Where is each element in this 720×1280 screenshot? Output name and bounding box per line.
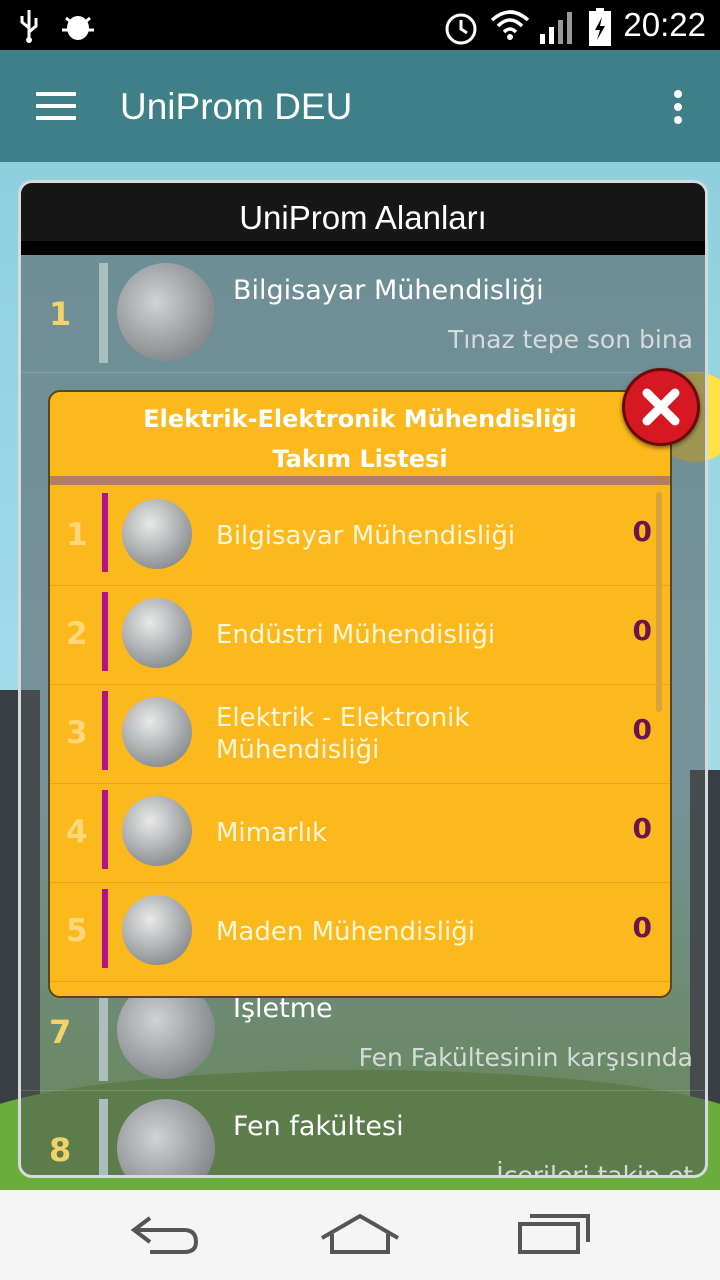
item-accent-bar <box>99 263 108 363</box>
team-rank: 2 <box>66 616 88 652</box>
team-rank: 3 <box>66 715 88 751</box>
system-nav-bar <box>0 1190 720 1280</box>
app-title: UniProm DEU <box>120 86 353 127</box>
panel-title: UniProm Alanları <box>21 183 705 255</box>
home-icon[interactable] <box>318 1212 402 1256</box>
team-avatar <box>122 796 192 866</box>
item-number: 1 <box>49 295 72 333</box>
debug-bug-icon <box>62 16 94 40</box>
recent-apps-icon[interactable] <box>516 1212 592 1256</box>
wifi-icon <box>490 10 530 40</box>
close-icon <box>642 388 680 426</box>
team-row[interactable]: 5 Maden Mühendisliği 0 <box>50 883 670 982</box>
team-name: Maden Mühendisliği <box>216 917 475 947</box>
team-list-dialog: Elektrik-Elektronik Mühendisliği Takım L… <box>48 390 672 998</box>
team-row[interactable]: 3 Elektrik - Elektronik Mühendisliği 0 <box>50 685 670 784</box>
team-rank: 4 <box>66 814 88 850</box>
team-accent-bar <box>102 691 108 770</box>
back-icon[interactable] <box>128 1212 202 1256</box>
item-location: Fen Fakültesinin karşısında <box>358 1043 693 1072</box>
status-bar: 20:22 <box>0 0 720 50</box>
battery-charging-icon <box>589 8 611 46</box>
hamburger-menu-icon[interactable] <box>36 92 76 120</box>
dialog-scrollbar[interactable] <box>656 492 662 712</box>
team-avatar <box>122 598 192 668</box>
usb-icon <box>20 10 38 43</box>
item-number: 7 <box>49 1013 72 1051</box>
status-time: 20:22 <box>623 6 706 43</box>
item-number: 8 <box>49 1131 72 1169</box>
team-accent-bar <box>102 493 108 572</box>
dialog-title: Elektrik-Elektronik Mühendisliği Takım L… <box>50 392 670 476</box>
team-score: 0 <box>632 713 652 746</box>
item-accent-bar <box>99 1099 108 1175</box>
team-score: 0 <box>632 911 652 944</box>
app-bar: UniProm DEU <box>0 50 720 162</box>
dialog-title-line1: Elektrik-Elektronik Mühendisliği <box>143 405 577 433</box>
team-name: Bilgisayar Mühendisliği <box>216 521 516 551</box>
team-score: 0 <box>632 515 652 548</box>
team-score: 0 <box>632 812 652 845</box>
item-name: Fen fakültesi <box>233 1111 404 1142</box>
dialog-title-line2: Takım Listesi <box>272 445 448 473</box>
team-row[interactable]: 1 Bilgisayar Mühendisliği 0 <box>50 487 670 586</box>
team-name: Endüstri Mühendisliği <box>216 620 496 650</box>
overflow-menu-icon[interactable] <box>674 90 684 129</box>
team-rank: 5 <box>66 913 88 949</box>
team-list[interactable]: 1 Bilgisayar Mühendisliği 0 2 Endüstri M… <box>50 487 670 982</box>
team-avatar <box>122 895 192 965</box>
team-row[interactable]: 4 Mimarlık 0 <box>50 784 670 883</box>
team-avatar <box>122 499 192 569</box>
team-accent-bar <box>102 889 108 968</box>
team-accent-bar <box>102 592 108 671</box>
item-location: Tınaz tepe son bina <box>448 325 693 354</box>
team-accent-bar <box>102 790 108 869</box>
list-item[interactable]: 1 Bilgisayar Mühendisliği Tınaz tepe son… <box>21 255 705 373</box>
team-name: Elektrik - Elektronik Mühendisliği <box>216 703 470 765</box>
item-location: İçerileri takip et <box>496 1161 693 1178</box>
item-name: Bilgisayar Mühendisliği <box>233 275 544 306</box>
item-thumbnail <box>117 1099 215 1175</box>
list-item[interactable]: 8 Fen fakültesi İçerileri takip et <box>21 1091 705 1178</box>
team-name: Mimarlık <box>216 818 328 848</box>
team-row[interactable]: 2 Endüstri Mühendisliği 0 <box>50 586 670 685</box>
alarm-icon <box>445 13 477 45</box>
item-thumbnail <box>117 263 215 361</box>
team-avatar <box>122 697 192 767</box>
signal-icon <box>540 12 572 44</box>
close-dialog-button[interactable] <box>622 368 700 446</box>
team-score: 0 <box>632 614 652 647</box>
team-rank: 1 <box>66 517 88 553</box>
